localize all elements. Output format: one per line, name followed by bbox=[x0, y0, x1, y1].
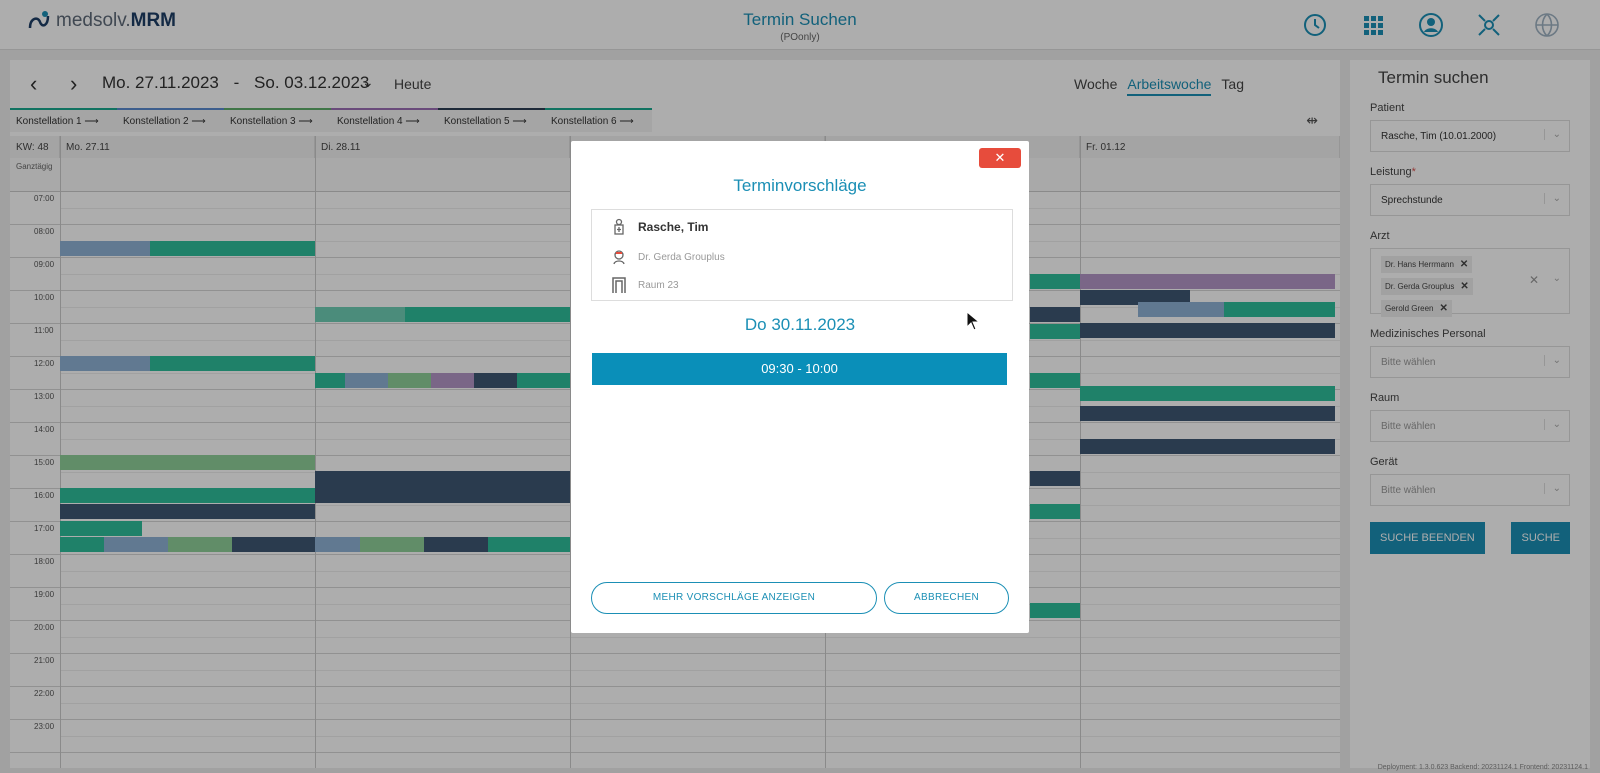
cursor-icon bbox=[966, 311, 980, 331]
room-row: Raum 23 bbox=[610, 276, 679, 294]
patient-icon bbox=[614, 218, 624, 235]
cancel-button[interactable]: ABBRECHEN bbox=[884, 582, 1009, 614]
more-suggestions-button[interactable]: MEHR VORSCHLÄGE ANZEIGEN bbox=[591, 582, 877, 614]
close-button[interactable]: ✕ bbox=[979, 148, 1021, 168]
time-slot-button[interactable]: 09:30 - 10:00 bbox=[592, 353, 1007, 385]
patient-name: Rasche, Tim bbox=[638, 220, 709, 234]
patient-row: Rasche, Tim bbox=[610, 218, 708, 236]
doctor-icon bbox=[613, 250, 625, 265]
resource-box: Rasche, Tim Dr. Gerda Grouplus Raum 23 bbox=[591, 209, 1013, 301]
room-name: Raum 23 bbox=[638, 279, 679, 291]
modal-title: Terminvorschläge bbox=[733, 176, 867, 195]
doctor-name: Dr. Gerda Grouplus bbox=[638, 251, 725, 263]
suggestions-modal: ✕ Terminvorschläge Rasche, Tim Dr. Gerda… bbox=[571, 141, 1029, 633]
door-icon bbox=[612, 277, 626, 293]
suggestion-date: Do 30.11.2023 bbox=[744, 315, 856, 334]
doctor-row: Dr. Gerda Grouplus bbox=[610, 248, 725, 266]
